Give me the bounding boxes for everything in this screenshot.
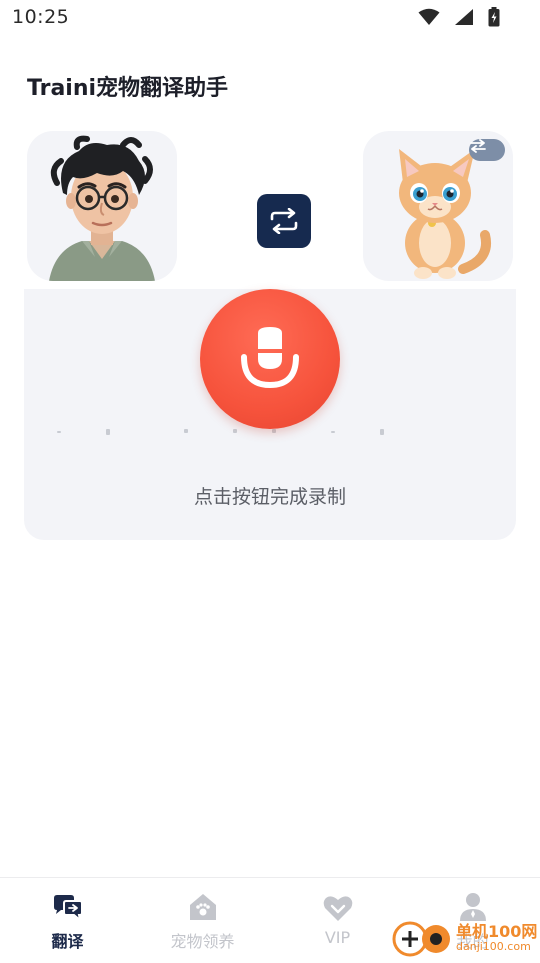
waveform-bar xyxy=(233,429,237,433)
switch-translation-direction-button[interactable] xyxy=(257,194,311,248)
microphone-icon xyxy=(241,327,299,389)
cellular-signal-icon xyxy=(454,8,474,26)
cat-avatar-card[interactable] xyxy=(363,131,513,281)
status-bar: 10:25 xyxy=(0,0,540,38)
recording-hint: 点击按钮完成录制 xyxy=(193,486,346,508)
wifi-icon xyxy=(418,8,440,26)
watermark: 单机100网 danji100.com xyxy=(390,915,540,960)
waveform-bar xyxy=(380,429,384,435)
waveform-bar xyxy=(184,429,188,433)
status-time: 10:25 xyxy=(12,6,70,28)
battery-charging-icon xyxy=(488,7,500,27)
waveform-bar xyxy=(57,431,61,433)
chat-bubbles-icon xyxy=(53,895,83,922)
watermark-subtitle: danji100.com xyxy=(456,940,531,953)
human-avatar-card[interactable] xyxy=(27,131,177,281)
waveform-bar xyxy=(106,429,110,435)
watermark-logo xyxy=(392,921,450,957)
heart-icon xyxy=(323,896,352,921)
repeat-icon xyxy=(270,208,298,234)
waveform-bar xyxy=(272,429,276,433)
nav-item-translate[interactable]: 翻译 xyxy=(0,890,135,952)
nav-label-translate: 翻译 xyxy=(51,932,84,951)
nav-label-vip: VIP xyxy=(324,928,351,947)
nav-item-pet-adoption[interactable]: 宠物领养 xyxy=(135,890,270,952)
waveform-bar xyxy=(331,431,335,433)
pet-house-icon xyxy=(189,894,216,920)
swap-arrows-icon xyxy=(470,139,486,153)
nav-item-vip[interactable]: VIP xyxy=(270,890,405,947)
record-mic-button[interactable] xyxy=(200,289,340,429)
status-icons xyxy=(418,7,500,27)
nav-label-pet-adoption: 宠物领养 xyxy=(170,932,235,951)
swap-badge[interactable] xyxy=(469,139,505,161)
watermark-title: 单机100网 xyxy=(456,922,538,941)
human-avatar xyxy=(49,135,155,281)
page-title: Traini宠物翻译助手 xyxy=(27,76,229,101)
